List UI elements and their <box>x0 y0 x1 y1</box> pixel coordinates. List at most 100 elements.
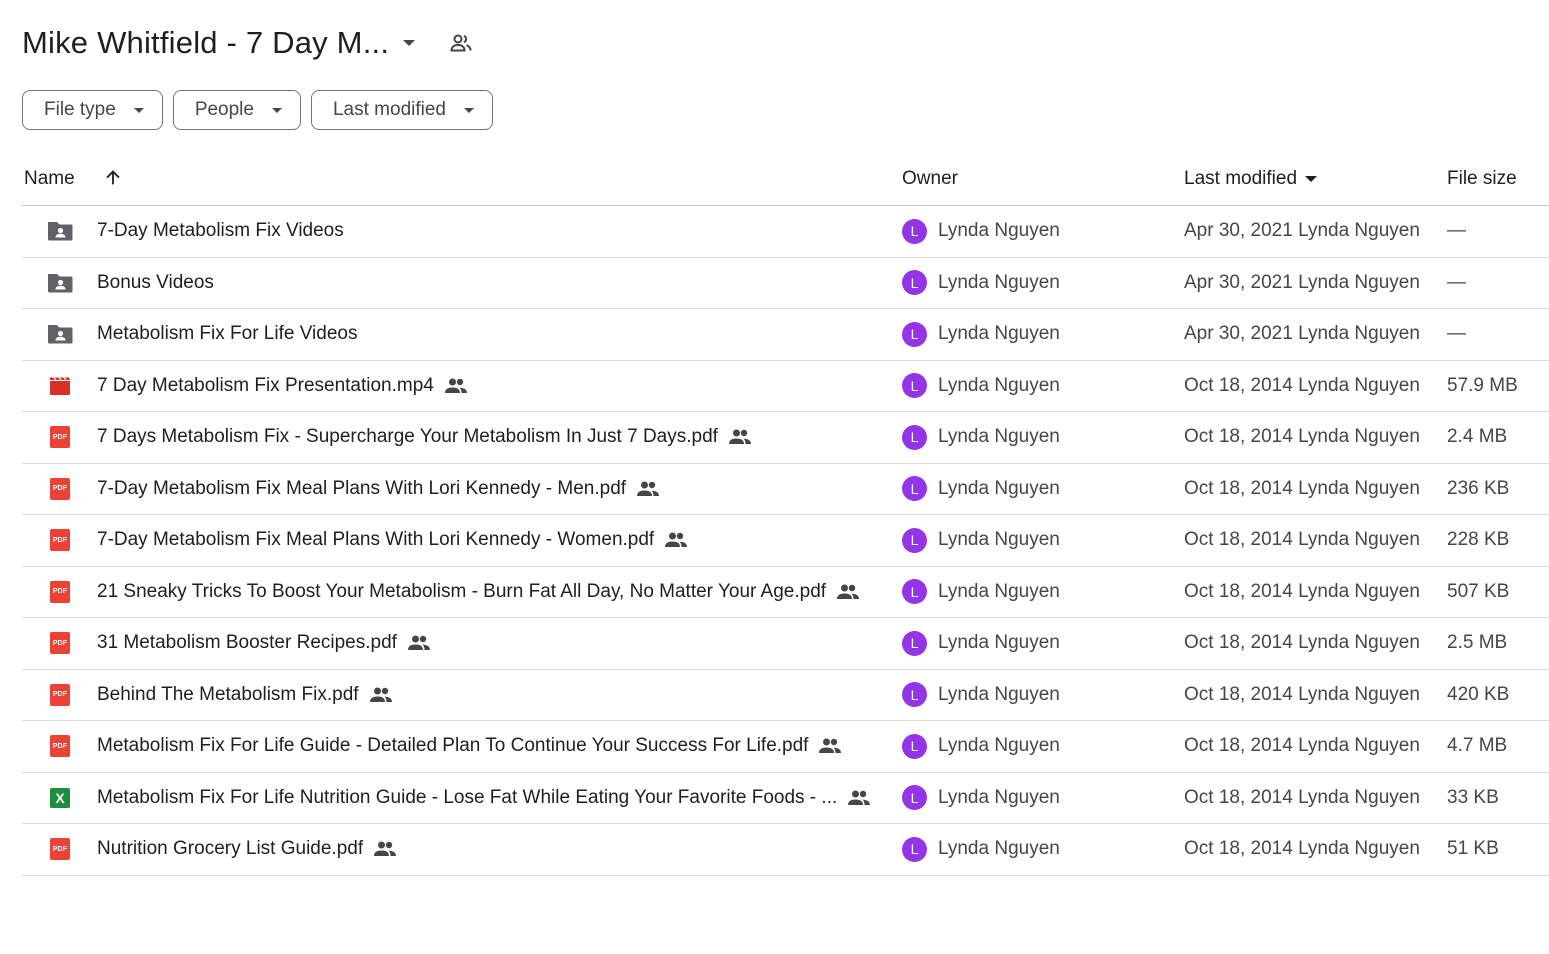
file-type-filter[interactable]: File type <box>22 90 163 130</box>
table-row[interactable]: PDF 7 Days Metabolism Fix - Supercharge Y… <box>22 412 1549 464</box>
last-modified-filter[interactable]: Last modified <box>310 90 493 130</box>
table-row[interactable]: PDF 21 Sneaky Tricks To Boost Your Metabo… <box>22 567 1549 618</box>
last-modified-cell: Oct 18, 2014 Lynda Nguyen <box>1184 786 1420 808</box>
file-name-cell[interactable]: 7 Day Metabolism Fix Presentation.mp4 <box>97 361 468 412</box>
shared-folder-icon <box>46 206 74 257</box>
shared-folder-icon[interactable] <box>449 31 473 55</box>
file-size-cell: 57.9 MB <box>1447 374 1518 396</box>
last-modified-cell: Oct 18, 2014 Lynda Nguyen <box>1184 580 1420 602</box>
folder-title[interactable]: Mike Whitfield - 7 Day M... <box>22 25 389 61</box>
owner-name: Lynda Nguyen <box>938 220 1060 242</box>
table-row[interactable]: 7-Day Metabolism Fix Videos L Lynda Nguyen… <box>22 206 1549 258</box>
owner-cell: L Lynda Nguyen <box>902 206 1060 257</box>
table-row[interactable]: Metabolism Fix For Life Videos L Lynda Ngu… <box>22 309 1549 361</box>
pdf-icon: PDF <box>46 567 74 618</box>
file-name-cell[interactable]: 7 Days Metabolism Fix - Supercharge Your… <box>97 412 752 463</box>
people-filter[interactable]: People <box>172 90 301 130</box>
file-size-cell: 4.7 MB <box>1447 735 1508 757</box>
file-name: 7-Day Metabolism Fix Meal Plans With Lor… <box>97 477 627 499</box>
last-modified-cell: Oct 18, 2014 Lynda Nguyen <box>1184 426 1420 448</box>
owner-cell: L Lynda Nguyen <box>902 618 1060 669</box>
last-modified-cell: Apr 30, 2021 Lynda Nguyen <box>1184 271 1420 293</box>
file-name-cell[interactable]: 7-Day Metabolism Fix Meal Plans With Lor… <box>97 515 688 566</box>
owner-name: Lynda Nguyen <box>938 580 1060 602</box>
filter-bar: File type People Last modified <box>22 90 493 130</box>
owner-cell: L Lynda Nguyen <box>902 824 1060 875</box>
avatar: L <box>902 733 927 759</box>
shared-people-icon <box>444 377 468 395</box>
avatar: L <box>902 527 927 553</box>
owner-name: Lynda Nguyen <box>938 529 1060 551</box>
file-name: 31 Metabolism Booster Recipes.pdf <box>97 632 397 654</box>
file-name-cell[interactable]: Metabolism Fix For Life Guide - Detailed… <box>97 721 842 772</box>
owner-cell: L Lynda Nguyen <box>902 567 1060 618</box>
owner-cell: L Lynda Nguyen <box>902 309 1060 360</box>
file-name: 7 Days Metabolism Fix - Supercharge Your… <box>97 426 718 448</box>
file-name: Metabolism Fix For Life Guide - Detailed… <box>97 735 809 757</box>
drive-folder-view: Mike Whitfield - 7 Day M... File type Pe… <box>0 0 1549 954</box>
arrow-up-icon[interactable] <box>102 167 124 189</box>
column-header-name[interactable]: Name <box>24 152 75 205</box>
shared-people-icon <box>818 737 842 755</box>
owner-cell: L Lynda Nguyen <box>902 670 1060 721</box>
file-name-cell[interactable]: 7-Day Metabolism Fix Videos <box>97 206 344 257</box>
table-row[interactable]: X Metabolism Fix For Life Nutrition Guide… <box>22 773 1549 824</box>
file-name: Bonus Videos <box>97 271 214 293</box>
owner-name: Lynda Nguyen <box>938 323 1060 345</box>
file-size-cell: 420 KB <box>1447 683 1510 705</box>
shared-folder-icon <box>46 309 74 360</box>
file-size-cell: 33 KB <box>1447 786 1499 808</box>
table-row[interactable]: Bonus Videos L Lynda Nguyen Apr 30, 2021 Ly… <box>22 258 1549 309</box>
file-name-cell[interactable]: 21 Sneaky Tricks To Boost Your Metabolis… <box>97 567 860 618</box>
shared-people-icon <box>847 789 871 807</box>
file-name: Metabolism Fix For Life Videos <box>97 323 358 345</box>
column-header-label: Last modified <box>1184 167 1298 189</box>
file-size-cell: 236 KB <box>1447 477 1510 499</box>
table-row[interactable]: 7 Day Metabolism Fix Presentation.mp4 L Ly… <box>22 361 1549 412</box>
pdf-icon: PDF <box>46 721 74 772</box>
column-header-owner[interactable]: Owner <box>902 152 958 205</box>
avatar: L <box>902 218 927 244</box>
last-modified-cell: Oct 18, 2014 Lynda Nguyen <box>1184 735 1420 757</box>
file-name: Behind The Metabolism Fix.pdf <box>97 683 359 705</box>
table-header: Name Owner Last modified File size <box>22 152 1549 206</box>
last-modified-cell: Oct 18, 2014 Lynda Nguyen <box>1184 477 1420 499</box>
file-name-cell[interactable]: Metabolism Fix For Life Videos <box>97 309 357 360</box>
folder-header: Mike Whitfield - 7 Day M... <box>22 20 473 66</box>
video-icon <box>46 361 74 412</box>
last-modified-cell: Oct 18, 2014 Lynda Nguyen <box>1184 683 1420 705</box>
avatar: L <box>902 682 927 708</box>
chip-label: Last modified <box>332 99 446 120</box>
table-row[interactable]: PDF Metabolism Fix For Life Guide - Detai… <box>22 721 1549 773</box>
file-name: 7-Day Metabolism Fix Meal Plans With Lor… <box>97 529 655 551</box>
file-name-cell[interactable]: Behind The Metabolism Fix.pdf <box>97 670 393 721</box>
file-size-cell: 228 KB <box>1447 529 1510 551</box>
table-row[interactable]: PDF Behind The Metabolism Fix.pdf L Lynda N… <box>22 670 1549 721</box>
column-header-file-size[interactable]: File size <box>1447 152 1517 205</box>
avatar: L <box>902 579 927 605</box>
file-size-cell: 2.5 MB <box>1447 632 1508 654</box>
file-size-cell: — <box>1447 271 1466 293</box>
file-name-cell[interactable]: Bonus Videos <box>97 258 214 309</box>
table-row[interactable]: PDF Nutrition Grocery List Guide.pdf L Lynd… <box>22 824 1549 876</box>
table-row[interactable]: PDF 7-Day Metabolism Fix Meal Plans With … <box>22 515 1549 567</box>
pdf-icon: PDF <box>46 464 74 515</box>
table-row[interactable]: PDF 7-Day Metabolism Fix Meal Plans With … <box>22 464 1549 515</box>
last-modified-cell: Oct 18, 2014 Lynda Nguyen <box>1184 374 1420 396</box>
file-name-cell[interactable]: 31 Metabolism Booster Recipes.pdf <box>97 618 431 669</box>
owner-name: Lynda Nguyen <box>938 271 1060 293</box>
avatar: L <box>902 836 927 862</box>
owner-name: Lynda Nguyen <box>938 786 1060 808</box>
file-name-cell[interactable]: Nutrition Grocery List Guide.pdf <box>97 824 397 875</box>
file-size-cell: 51 KB <box>1447 838 1499 860</box>
dropdown-icon <box>133 107 144 113</box>
shared-people-icon <box>728 428 752 446</box>
file-name-cell[interactable]: Metabolism Fix For Life Nutrition Guide … <box>97 773 871 824</box>
owner-name: Lynda Nguyen <box>938 477 1060 499</box>
avatar: L <box>902 373 927 399</box>
file-name-cell[interactable]: 7-Day Metabolism Fix Meal Plans With Lor… <box>97 464 660 515</box>
table-row[interactable]: PDF 31 Metabolism Booster Recipes.pdf L Lyn… <box>22 618 1549 670</box>
owner-name: Lynda Nguyen <box>938 374 1060 396</box>
column-header-last-modified[interactable]: Last modified <box>1184 152 1318 205</box>
chevron-down-icon[interactable] <box>403 40 416 46</box>
